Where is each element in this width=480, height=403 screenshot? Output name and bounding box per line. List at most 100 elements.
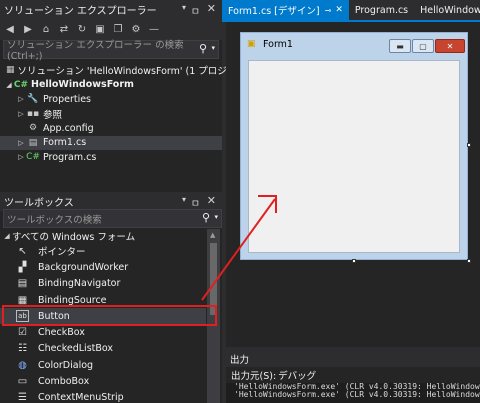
output-line: 'HelloWindowsForm.exe' (CLR v4.0.30319: … [234, 390, 480, 399]
toolbox-title: ツールボックス [4, 198, 74, 209]
output-source-label: 出力元(S): [231, 371, 277, 382]
solution-explorer-search[interactable]: ソリューション エクスプローラー の検索 (Ctrl+;) ⚲ ▾ [3, 40, 219, 62]
tree-item-label: Program.cs [43, 151, 97, 163]
solution-explorer-title-bar: ソリューション エクスプローラー ▾ ㅁ ✕ [0, 0, 222, 19]
preview-icon[interactable]: — [147, 23, 161, 37]
bindingnavigator-icon: ▤ [17, 278, 28, 290]
toolbox-item-label: ContextMenuStrip [38, 392, 124, 403]
close-icon[interactable]: ✕ [335, 5, 343, 15]
tree-item-project[interactable]: ◢ C# HelloWindowsForm [0, 78, 222, 93]
forward-icon[interactable]: ▶ [21, 23, 35, 37]
tab-hellowindows[interactable]: HelloWindows [414, 0, 480, 20]
toolbox-group-label: すべての Windows フォーム [12, 232, 136, 244]
tree-item-app-config[interactable]: ⚙ App.config [0, 121, 222, 136]
toolbox-item-bindingnavigator[interactable]: ▤ BindingNavigator [0, 276, 206, 292]
history-icon[interactable]: ↻ [75, 23, 89, 37]
colordialog-icon: ◍ [18, 359, 27, 371]
collapsed-arrow-icon[interactable]: ▷ [16, 110, 26, 118]
tree-item-label: Form1.cs [43, 137, 87, 149]
search-icon[interactable]: ⚲ [199, 42, 207, 55]
resize-handle-corner[interactable] [467, 259, 471, 263]
form-file-icon: ▤ [28, 137, 38, 148]
chevron-down-icon[interactable]: ▾ [214, 213, 218, 221]
toolbox-item-colordialog[interactable]: ◍ ColorDialog [0, 357, 206, 373]
toolbox-item-label: BackgroundWorker [38, 261, 129, 273]
output-source-select[interactable]: デバッグ [278, 368, 316, 382]
tree-item-label: HelloWindowsForm [31, 79, 134, 91]
toolbox-search-placeholder: ツールボックスの検索 [7, 214, 102, 226]
maximize-button[interactable]: ▢ [412, 39, 434, 53]
wrench-icon: 🔧 [27, 94, 39, 105]
collapse-icon[interactable]: ▣ [93, 23, 107, 37]
back-icon[interactable]: ◀ [3, 23, 17, 37]
dropdown-icon[interactable]: ▾ [182, 195, 186, 204]
tab-program[interactable]: Program.cs [349, 0, 414, 20]
properties-icon[interactable]: ⚙ [129, 23, 143, 37]
tree-item-label: 参照 [43, 109, 63, 121]
expanded-arrow-icon[interactable]: ◢ [4, 81, 14, 89]
output-panel: 出力 出力元(S): デバッグ 'HelloWindowsForm.exe' (… [226, 350, 480, 403]
toolbox-item-checkbox[interactable]: ☑ CheckBox [0, 324, 206, 340]
collapsed-arrow-icon[interactable]: ▷ [16, 153, 26, 161]
search-icon[interactable]: ⚲ [202, 211, 210, 224]
output-log[interactable]: 'HelloWindowsForm.exe' (CLR v4.0.30319: … [226, 383, 480, 403]
csharp-file-icon: C# [26, 152, 40, 163]
toolbox-item-label: ColorDialog [38, 359, 94, 371]
button-highlight-box [2, 305, 217, 326]
checkedlistbox-icon: ☷ [18, 343, 27, 355]
checkbox-icon: ☑ [18, 327, 27, 339]
resize-handle-bottom[interactable] [352, 259, 356, 263]
tree-item-form1[interactable]: ▷ ▤ Form1.cs [0, 135, 222, 150]
toolbox-group-header[interactable]: ◢ すべての Windows フォーム [2, 229, 207, 244]
tree-item-label: App.config [43, 122, 94, 134]
show-all-files-icon[interactable]: ❐ [111, 23, 125, 37]
output-source-row: 出力元(S): デバッグ [226, 367, 480, 383]
tree-item-label: ソリューション 'HelloWindowsForm' (1 プロジェクト) [17, 66, 259, 78]
chevron-down-icon[interactable]: ▾ [211, 44, 215, 52]
solution-explorer-search-placeholder: ソリューション エクスプローラー の検索 (Ctrl+;) [7, 40, 184, 62]
tab-label: Form1.cs [デザイン] [228, 6, 320, 17]
close-button[interactable]: ✕ [435, 39, 465, 53]
output-title-bar: 出力 [226, 350, 480, 367]
pin-icon[interactable]: ㅁ [191, 195, 200, 210]
toolbox-item-label: BindingNavigator [38, 278, 121, 290]
toolbox-item-checkedlistbox[interactable]: ☷ CheckedListBox [0, 341, 206, 357]
tree-item-program[interactable]: ▷ C# Program.cs [0, 150, 222, 165]
tree-item-solution[interactable]: ▦ ソリューション 'HelloWindowsForm' (1 プロジェクト) [0, 63, 259, 78]
solution-explorer-title: ソリューション エクスプローラー [4, 6, 157, 17]
collapsed-arrow-icon[interactable]: ▷ [16, 95, 26, 103]
close-icon[interactable]: ✕ [207, 2, 216, 15]
close-icon[interactable]: ✕ [207, 194, 216, 207]
tab-form1-design[interactable]: Form1.cs [デザイン] ⊸ ✕ [222, 0, 349, 20]
scroll-up-icon[interactable]: ▲ [210, 231, 215, 239]
toolbox-item-contextmenustrip[interactable]: ☰ ContextMenuStrip [0, 390, 206, 403]
form1-title: Form1 [263, 38, 293, 50]
document-tabs: Form1.cs [デザイン] ⊸ ✕ Program.cs HelloWind… [222, 0, 480, 20]
pin-icon[interactable]: ⊸ [325, 6, 332, 15]
minimize-button[interactable]: ▬ [389, 39, 411, 53]
toolbox-item-label: ポインター [38, 247, 86, 259]
backgroundworker-icon: ▞ [18, 261, 27, 273]
toolbox-item-backgroundworker[interactable]: ▞ BackgroundWorker [0, 259, 206, 275]
form1-window[interactable]: ▣ Form1 ▬ ▢ ✕ [240, 32, 468, 260]
home-icon[interactable]: ⌂ [39, 23, 53, 37]
solution-icon: ▦ [6, 65, 15, 76]
tree-item-references[interactable]: ▷ ▪▪ 参照 [0, 107, 222, 122]
collapsed-arrow-icon[interactable]: ▷ [16, 139, 26, 147]
toolbox-item-combobox[interactable]: ▭ ComboBox [0, 373, 206, 389]
expanded-arrow-icon[interactable]: ◢ [2, 232, 12, 240]
dropdown-icon[interactable]: ▾ [182, 3, 186, 12]
combobox-icon: ▭ [17, 376, 28, 388]
toolbox-item-label: CheckBox [38, 327, 85, 339]
tree-item-properties[interactable]: ▷ 🔧 Properties [0, 92, 222, 107]
tab-label: HelloWindows [420, 4, 480, 16]
references-icon: ▪▪ [26, 108, 40, 119]
toolbox-search[interactable]: ツールボックスの検索 ⚲ ▾ [3, 209, 222, 228]
form1-client-area[interactable] [248, 60, 460, 253]
resize-handle-right[interactable] [467, 143, 471, 147]
form-icon: ▣ [247, 39, 256, 49]
toolbox-item-pointer[interactable]: ↖ ポインター [0, 243, 206, 259]
sync-icon[interactable]: ⇄ [57, 23, 71, 37]
config-file-icon: ⚙ [28, 123, 38, 134]
pin-icon[interactable]: ㅁ [191, 3, 200, 18]
